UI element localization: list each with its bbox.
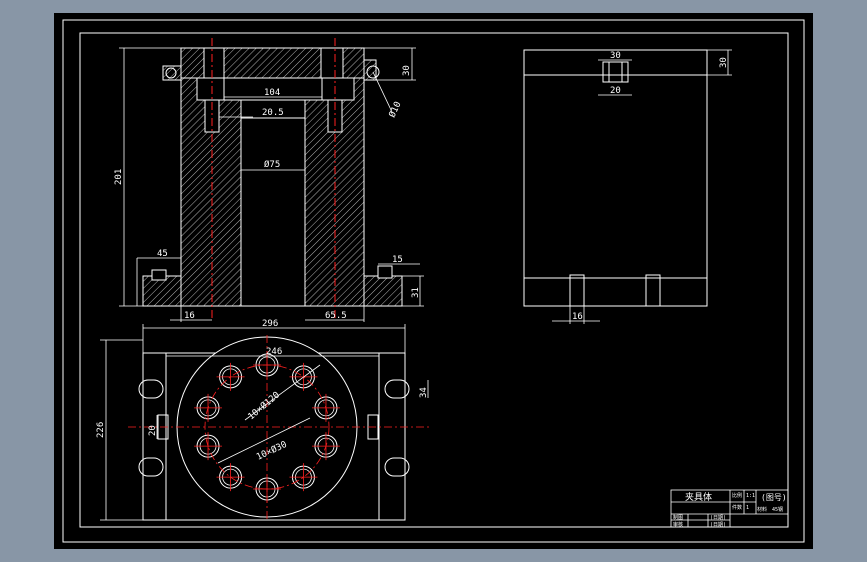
- dim-16-front: 16: [184, 311, 195, 321]
- title-date-2: (日期): [710, 522, 726, 528]
- title-qty-label: 件数: [732, 504, 742, 511]
- dim-side-30: 30: [610, 51, 621, 61]
- title-material-label: 材料: [757, 506, 767, 513]
- dim-45: 45: [157, 249, 168, 259]
- dim-30-front: 30: [402, 65, 412, 76]
- dim-31: 31: [411, 287, 421, 298]
- dim-20-top: 20: [148, 425, 158, 436]
- title-date-1: (日期): [710, 515, 726, 521]
- dim-34: 34: [419, 387, 429, 398]
- dim-65-5: 65.5: [325, 311, 347, 321]
- dim-20-5: 20.5: [262, 108, 284, 118]
- cad-drawing-canvas: 104 20.5 Ø75 201 45 15 31 Ø10 30 16 65.5…: [54, 13, 813, 549]
- dim-226: 226: [96, 422, 106, 438]
- dim-side-30-v: 30: [719, 57, 729, 68]
- dim-15: 15: [392, 255, 403, 265]
- dim-246: 246: [266, 347, 282, 357]
- dim-201: 201: [114, 169, 124, 185]
- title-material-value: 45钢: [772, 506, 783, 513]
- title-qty-value: 1: [746, 505, 749, 511]
- title-checked-label: 审核: [673, 521, 683, 528]
- dim-side-20: 20: [610, 86, 621, 96]
- dim-296: 296: [262, 319, 278, 329]
- title-drawn-label: 制图: [673, 514, 683, 521]
- dim-104: 104: [264, 88, 280, 98]
- dim-side-16: 16: [572, 312, 583, 322]
- title-scale-value: 1:1: [746, 493, 755, 499]
- dim-bore: Ø75: [264, 159, 280, 170]
- title-block-title: 夹具体: [685, 491, 712, 503]
- front-section-view: [142, 47, 403, 307]
- title-drawing-no: (图号): [761, 493, 787, 502]
- title-scale-label: 比例: [732, 492, 742, 499]
